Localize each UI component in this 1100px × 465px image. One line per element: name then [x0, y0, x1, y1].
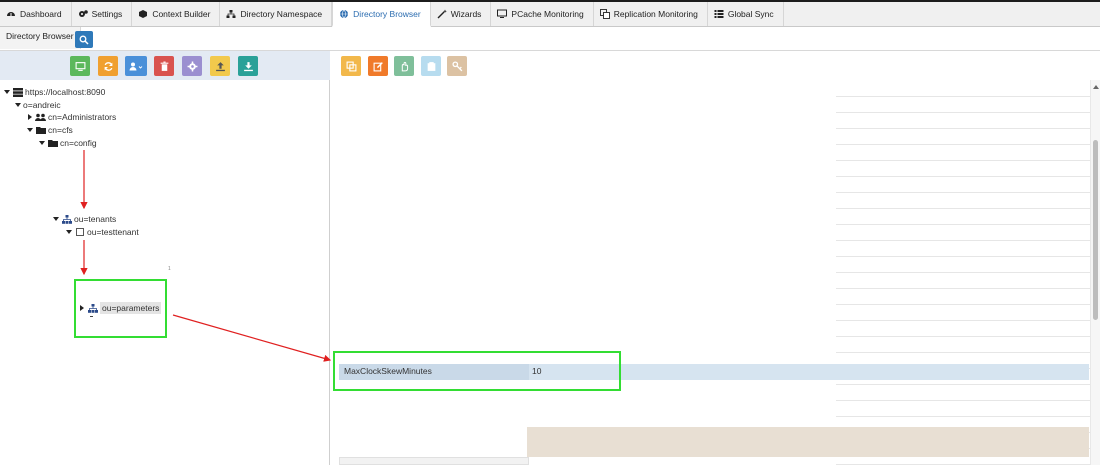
annotation-arrows: [80, 150, 332, 362]
arrow-parameters-to-attribute: [172, 314, 332, 362]
